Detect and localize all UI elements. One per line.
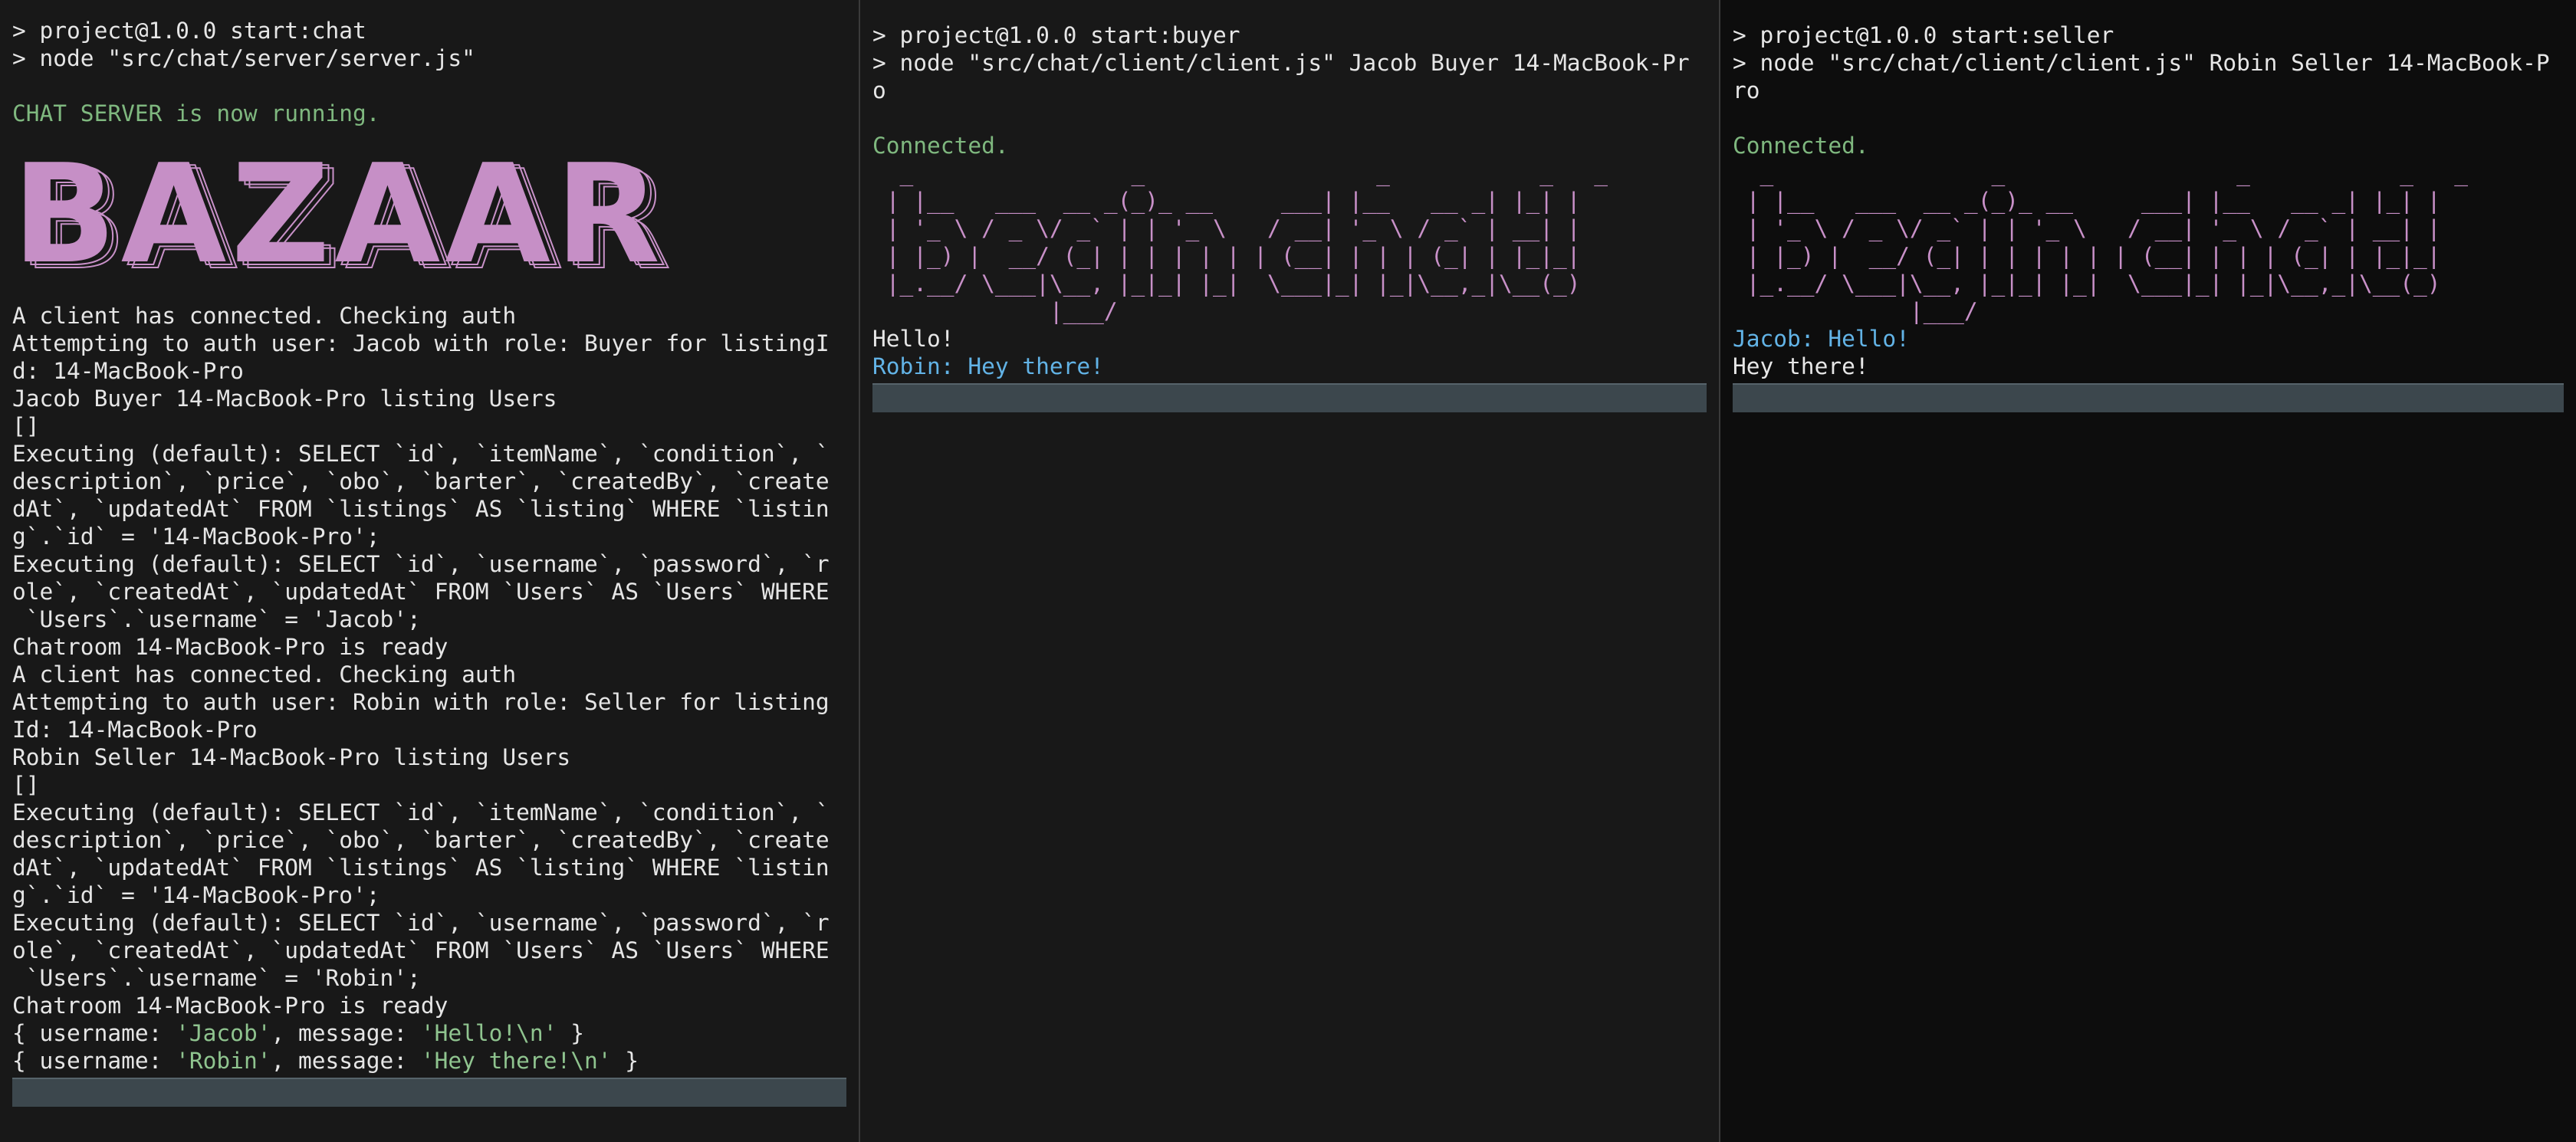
log-line: A client has connected. Checking auth bbox=[12, 661, 517, 687]
terminal-pane-seller[interactable]: > project@1.0.0 start:seller > node "src… bbox=[1720, 0, 2576, 1142]
log-line: `Users`.`username` = 'Robin'; bbox=[12, 965, 421, 991]
log-line: Jacob Buyer 14-MacBook-Pro listing Users bbox=[12, 386, 557, 412]
log-line: dAt`, `updatedAt` FROM `listings` AS `li… bbox=[12, 496, 830, 522]
log-line: Executing (default): SELECT `id`, `itemN… bbox=[12, 441, 830, 467]
message-log-line: { username: 'Jacob', message: 'Hello!\n'… bbox=[12, 1020, 584, 1046]
message-log-line: { username: 'Robin', message: 'Hey there… bbox=[12, 1048, 639, 1074]
log-line: d: 14-MacBook-Pro bbox=[12, 358, 244, 384]
chat-input-bar[interactable] bbox=[1733, 383, 2564, 412]
terminal-input-bar[interactable] bbox=[12, 1078, 846, 1107]
command-line: > node "src/chat/server/server.js" bbox=[12, 45, 475, 71]
begin-chat-banner: _ _ _ _ _ | |__ ___ __ _(_)_ __ ___| |__… bbox=[1733, 159, 2564, 325]
log-line: g`.`id` = '14-MacBook-Pro'; bbox=[12, 523, 380, 550]
command-line: ro bbox=[1733, 77, 1760, 103]
log-line: Executing (default): SELECT `id`, `usern… bbox=[12, 910, 830, 936]
chat-message: Robin: Hey there! bbox=[872, 353, 1104, 379]
log-line: Chatroom 14-MacBook-Pro is ready bbox=[12, 993, 449, 1019]
terminal-pane-server[interactable]: > project@1.0.0 start:chat > node "src/c… bbox=[0, 0, 859, 1142]
ascii-art-line: |___/ bbox=[1733, 298, 2455, 324]
command-line: > project@1.0.0 start:buyer bbox=[872, 22, 1240, 48]
command-line: > project@1.0.0 start:chat bbox=[12, 18, 366, 44]
chat-messages: Jacob: Hello! Hey there! bbox=[1733, 325, 2564, 380]
chat-message: Hello! bbox=[872, 326, 955, 352]
command-line: o bbox=[872, 77, 886, 103]
ascii-art-line: | |__ ___ __ _(_)_ __ ___| |__ __ _| |_|… bbox=[872, 188, 1581, 214]
log-line: Chatroom 14-MacBook-Pro is ready bbox=[12, 634, 449, 660]
ascii-art-line: |_.__/ \___|\__, |_|_| |_| \___|_| |_|\_… bbox=[1733, 271, 2441, 297]
ascii-art-line: _ _ _ _ _ bbox=[872, 160, 1622, 186]
command-line: > node "src/chat/client/client.js" Robin… bbox=[1733, 50, 2550, 76]
ascii-art-line: | |__ ___ __ _(_)_ __ ___| |__ __ _| |_|… bbox=[1733, 188, 2441, 214]
chat-message: Hey there! bbox=[1733, 353, 1869, 379]
ascii-art-line: |_.__/ \___|\__, |_|_| |_| \___|_| |_|\_… bbox=[872, 271, 1581, 297]
chat-input-bar[interactable] bbox=[872, 383, 1707, 412]
log-line: Attempting to auth user: Robin with role… bbox=[12, 689, 830, 715]
log-line: Executing (default): SELECT `id`, `usern… bbox=[12, 551, 830, 577]
log-line: dAt`, `updatedAt` FROM `listings` AS `li… bbox=[12, 855, 830, 881]
begin-chat-banner: _ _ _ _ _ | |__ ___ __ _(_)_ __ ___| |__… bbox=[872, 159, 1707, 325]
log-line: ole`, `createdAt`, `updatedAt` FROM `Use… bbox=[12, 579, 830, 605]
log-line: Robin Seller 14-MacBook-Pro listing User… bbox=[12, 744, 571, 770]
chat-message: Jacob: Hello! bbox=[1733, 326, 1910, 352]
ascii-art-line: | |_) | __/ (_| | | | | | | (__| | | | (… bbox=[1733, 243, 2441, 269]
ascii-art-line: | '_ \ / _ \/ _` | | '_ \ / __| '_ \ / _… bbox=[872, 215, 1581, 241]
log-line: ole`, `createdAt`, `updatedAt` FROM `Use… bbox=[12, 937, 830, 963]
log-line: description`, `price`, `obo`, `barter`, … bbox=[12, 827, 830, 853]
command-line: > project@1.0.0 start:seller bbox=[1733, 22, 2114, 48]
log-line: Executing (default): SELECT `id`, `itemN… bbox=[12, 799, 830, 825]
log-line: g`.`id` = '14-MacBook-Pro'; bbox=[12, 882, 380, 908]
ascii-art-line: | '_ \ / _ \/ _` | | '_ \ / __| '_ \ / _… bbox=[1733, 215, 2441, 241]
server-status: CHAT SERVER is now running. bbox=[12, 100, 380, 126]
ascii-art-line: | |_) | __/ (_| | | | | | | (__| | | | (… bbox=[872, 243, 1581, 269]
ascii-art-line: _ _ _ _ _ bbox=[1733, 160, 2482, 186]
ascii-art-line: |___/ bbox=[872, 298, 1595, 324]
connection-status: Connected. bbox=[872, 133, 1009, 159]
log-line: `Users`.`username` = 'Jacob'; bbox=[12, 606, 421, 632]
terminal-pane-buyer[interactable]: > project@1.0.0 start:buyer > node "src/… bbox=[860, 0, 1719, 1142]
log-line: Attempting to auth user: Jacob with role… bbox=[12, 330, 830, 356]
log-line: [] bbox=[12, 772, 40, 798]
command-line: > node "src/chat/client/client.js" Jacob… bbox=[872, 50, 1690, 76]
log-line: description`, `price`, `obo`, `barter`, … bbox=[12, 468, 830, 494]
log-line: [] bbox=[12, 413, 40, 439]
chat-messages: Hello! Robin: Hey there! bbox=[872, 325, 1707, 380]
connection-status: Connected. bbox=[1733, 133, 1869, 159]
server-log: A client has connected. Checking auth Att… bbox=[12, 302, 846, 1019]
log-line: Id: 14-MacBook-Pro bbox=[12, 717, 258, 743]
bazaar-banner: BAZAAR BAZAAR BAZAAR bbox=[12, 135, 676, 300]
